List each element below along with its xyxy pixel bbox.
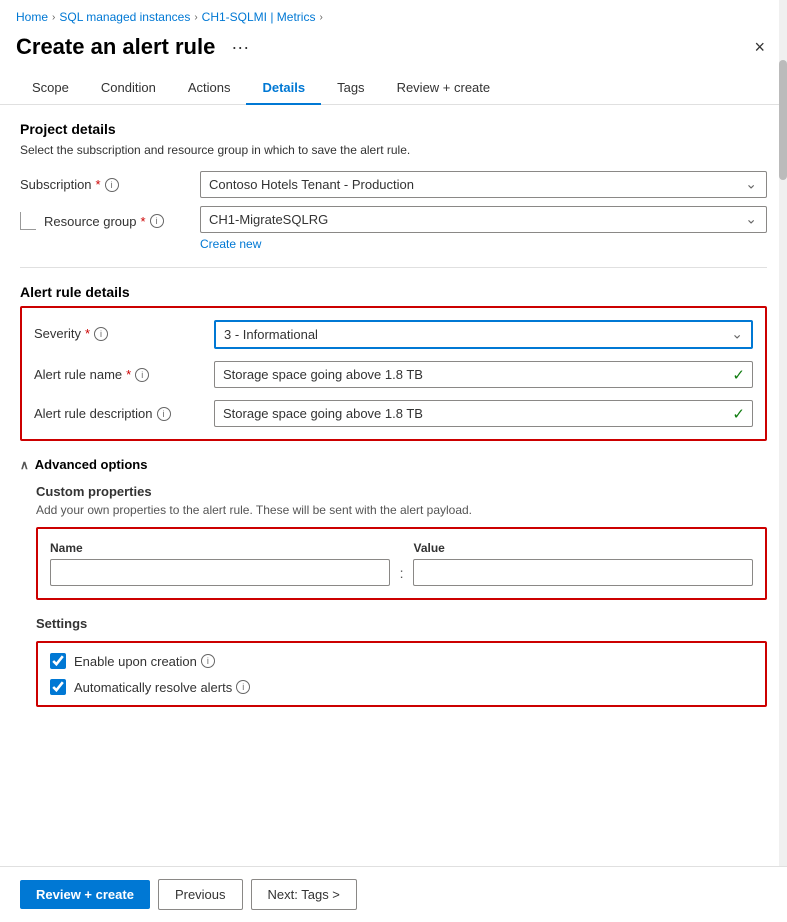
breadcrumb-home[interactable]: Home [16, 10, 48, 24]
tab-review[interactable]: Review + create [381, 72, 507, 105]
severity-label: Severity * i [34, 320, 214, 341]
alert-rule-name-required: * [126, 367, 131, 382]
subscription-row: Subscription * i Contoso Hotels Tenant -… [20, 171, 767, 198]
scrollbar-thumb[interactable] [779, 60, 787, 180]
subscription-select-wrapper: Contoso Hotels Tenant - Production [200, 171, 767, 198]
severity-row: Severity * i 0 - Critical1 - Error2 - Wa… [34, 320, 753, 349]
enable-upon-creation-checkbox[interactable] [50, 653, 66, 669]
tab-condition[interactable]: Condition [85, 72, 172, 105]
advanced-toggle-label: Advanced options [35, 457, 148, 472]
custom-properties-bordered: Name Value : [36, 527, 767, 600]
main-content: Project details Select the subscription … [0, 105, 787, 819]
auto-resolve-checkbox[interactable] [50, 679, 66, 695]
tab-actions[interactable]: Actions [172, 72, 247, 105]
alert-rule-name-check-icon: ✓ [732, 366, 745, 384]
close-button[interactable]: × [748, 35, 771, 60]
page-title: Create an alert rule [16, 34, 215, 60]
custom-props-name-input[interactable] [50, 559, 390, 586]
custom-properties-title: Custom properties [36, 484, 767, 499]
severity-required: * [85, 326, 90, 341]
breadcrumb-chevron-3: › [319, 12, 322, 23]
tabs-bar: Scope Condition Actions Details Tags Rev… [0, 72, 787, 105]
severity-select[interactable]: 0 - Critical1 - Error2 - Warning3 - Info… [214, 320, 753, 349]
resource-group-select[interactable]: CH1-MigrateSQLRG [200, 206, 767, 233]
advanced-toggle-caret: ∧ [20, 458, 29, 472]
alert-rule-name-control: ✓ [214, 361, 753, 388]
custom-properties-header: Name Value [50, 541, 753, 555]
breadcrumb: Home › SQL managed instances › CH1-SQLMI… [0, 0, 787, 30]
alert-rule-description-info-icon[interactable]: i [157, 407, 171, 421]
subscription-info-icon[interactable]: i [105, 178, 119, 192]
custom-props-value-header: Value [414, 541, 754, 555]
tab-tags[interactable]: Tags [321, 72, 380, 105]
alert-rule-name-input-wrap: ✓ [214, 361, 753, 388]
alert-rule-description-input-wrap: ✓ [214, 400, 753, 427]
severity-info-icon[interactable]: i [94, 327, 108, 341]
page-header: Create an alert rule ··· × [0, 30, 787, 72]
severity-control: 0 - Critical1 - Error2 - Warning3 - Info… [214, 320, 753, 349]
custom-properties-section: Custom properties Add your own propertie… [36, 484, 767, 707]
alert-rule-description-row: Alert rule description i ✓ [34, 400, 753, 427]
subscription-control: Contoso Hotels Tenant - Production [200, 171, 767, 198]
enable-upon-creation-label[interactable]: Enable upon creation i [74, 654, 215, 669]
auto-resolve-info-icon[interactable]: i [236, 680, 250, 694]
project-details-desc: Select the subscription and resource gro… [20, 143, 767, 157]
auto-resolve-row: Automatically resolve alerts i [50, 679, 753, 695]
alert-rule-details-bordered: Severity * i 0 - Critical1 - Error2 - Wa… [20, 306, 767, 441]
alert-rule-description-input[interactable] [214, 400, 753, 427]
enable-upon-creation-row: Enable upon creation i [50, 653, 753, 669]
custom-props-name-header: Name [50, 541, 390, 555]
alert-rule-name-row: Alert rule name * i ✓ [34, 361, 753, 388]
breadcrumb-sql[interactable]: SQL managed instances [59, 10, 190, 24]
tab-details[interactable]: Details [246, 72, 321, 105]
auto-resolve-label[interactable]: Automatically resolve alerts i [74, 680, 250, 695]
severity-select-wrapper: 0 - Critical1 - Error2 - Warning3 - Info… [214, 320, 753, 349]
section-divider-1 [20, 267, 767, 268]
subscription-label: Subscription * i [20, 171, 200, 192]
next-tags-button[interactable]: Next: Tags > [251, 879, 357, 910]
settings-bordered: Enable upon creation i Automatically res… [36, 641, 767, 707]
alert-rule-name-label: Alert rule name * i [34, 361, 214, 382]
resource-group-info-icon[interactable]: i [150, 214, 164, 228]
custom-properties-desc: Add your own properties to the alert rul… [36, 503, 767, 517]
resource-group-label-text: Resource group [44, 214, 137, 229]
alert-rule-description-control: ✓ [214, 400, 753, 427]
resource-group-label-spacer: Resource group * i [20, 206, 200, 230]
enable-upon-creation-info-icon[interactable]: i [201, 654, 215, 668]
alert-rule-description-label: Alert rule description i [34, 400, 214, 421]
custom-props-value-input[interactable] [413, 559, 753, 586]
resource-group-required: * [141, 214, 146, 229]
breadcrumb-metrics[interactable]: CH1-SQLMI | Metrics [202, 10, 316, 24]
resource-group-select-wrapper: CH1-MigrateSQLRG [200, 206, 767, 233]
resource-group-row: Resource group * i CH1-MigrateSQLRG [20, 206, 767, 233]
alert-rule-details-title: Alert rule details [20, 284, 767, 300]
previous-button[interactable]: Previous [158, 879, 243, 910]
resource-group-control: CH1-MigrateSQLRG [200, 206, 767, 233]
custom-props-colon: : [398, 565, 406, 581]
alert-rule-description-check-icon: ✓ [732, 405, 745, 423]
create-new-link[interactable]: Create new [200, 237, 767, 251]
alert-rule-name-input[interactable] [214, 361, 753, 388]
breadcrumb-chevron-1: › [52, 12, 55, 23]
subscription-required: * [96, 177, 101, 192]
settings-title: Settings [36, 616, 767, 631]
ellipsis-button[interactable]: ··· [225, 35, 255, 60]
project-details-title: Project details [20, 121, 767, 137]
advanced-options-toggle[interactable]: ∧ Advanced options [20, 457, 767, 472]
alert-rule-name-info-icon[interactable]: i [135, 368, 149, 382]
tab-scope[interactable]: Scope [16, 72, 85, 105]
subscription-select[interactable]: Contoso Hotels Tenant - Production [200, 171, 767, 198]
custom-properties-input-row: : [50, 559, 753, 586]
bottom-bar: Review + create Previous Next: Tags > [0, 866, 787, 922]
breadcrumb-chevron-2: › [194, 12, 197, 23]
review-create-button[interactable]: Review + create [20, 880, 150, 909]
scrollbar[interactable] [779, 0, 787, 922]
